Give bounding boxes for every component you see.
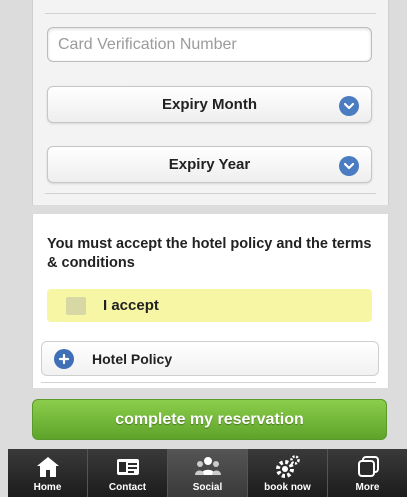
plus-icon	[54, 348, 74, 369]
nav-item-home[interactable]: Home	[8, 449, 88, 497]
nav-label: Home	[33, 482, 62, 493]
accept-checkbox-row[interactable]: I accept	[47, 289, 372, 322]
expiry-year-select[interactable]: Expiry Year	[47, 146, 372, 183]
hotel-policy-button[interactable]: Hotel Policy	[41, 341, 379, 376]
expiry-month-label: Expiry Month	[161, 96, 257, 113]
chevron-down-icon	[339, 96, 359, 116]
nav-label: Social	[192, 482, 223, 493]
divider	[41, 382, 376, 383]
expiry-month-select[interactable]: Expiry Month	[47, 86, 372, 123]
nav-label: book now	[264, 482, 311, 493]
card-verification-input[interactable]	[47, 27, 372, 62]
nav-item-contact[interactable]: Contact	[88, 449, 168, 497]
home-icon	[36, 457, 59, 477]
divider	[45, 13, 376, 14]
chevron-down-icon	[339, 156, 359, 176]
nav-item-book-now[interactable]: book now	[248, 449, 328, 497]
contact-card-icon	[116, 459, 139, 475]
nav-item-more[interactable]: More	[328, 449, 407, 497]
accept-label: I accept	[103, 297, 159, 314]
hotel-policy-label: Hotel Policy	[92, 350, 173, 367]
payment-form-card: Expiry Month Expiry Year	[32, 0, 389, 205]
terms-card: You must accept the hotel policy and the…	[32, 214, 389, 388]
nav-label: Contact	[108, 482, 147, 493]
nav-label: More	[355, 482, 380, 493]
nav-item-social[interactable]: Social	[168, 449, 248, 497]
complete-reservation-label: complete my reservation	[115, 410, 304, 428]
bottom-nav: Home Contact Social book now More	[8, 449, 407, 497]
accept-checkbox[interactable]	[66, 296, 86, 315]
reservation-page: Expiry Month Expiry Year You must accept…	[0, 0, 407, 497]
expiry-year-label: Expiry Year	[168, 156, 251, 173]
more-icon	[357, 456, 379, 477]
complete-reservation-button[interactable]: complete my reservation	[32, 399, 387, 440]
gear-icon	[275, 455, 300, 478]
divider	[45, 193, 376, 194]
terms-notice: You must accept the hotel policy and the…	[47, 236, 372, 271]
people-icon	[194, 457, 221, 475]
